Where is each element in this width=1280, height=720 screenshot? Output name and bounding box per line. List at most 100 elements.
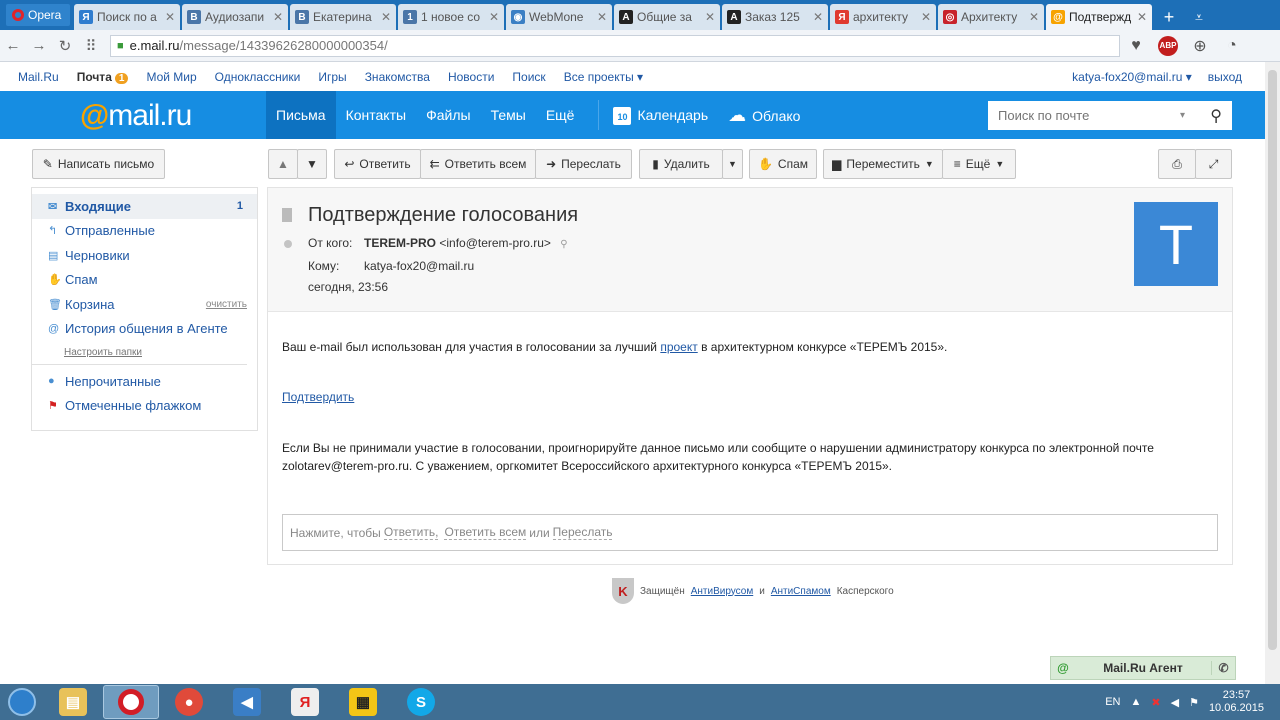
sender-name[interactable]: TEREM-PRO bbox=[364, 236, 436, 250]
portal-link[interactable]: Почта 1 bbox=[77, 70, 129, 84]
browser-tab[interactable]: ◉ WebMone ✕ bbox=[506, 4, 612, 30]
quick-reply-all-link[interactable]: Ответить всем bbox=[444, 525, 527, 540]
profile-icon[interactable]: ◔ bbox=[1216, 37, 1248, 55]
delete-button[interactable]: ▮ Удалить bbox=[639, 149, 723, 179]
bookmark-heart-icon[interactable]: ♥ bbox=[1120, 37, 1152, 55]
close-tab-icon[interactable]: ✕ bbox=[273, 10, 283, 24]
portal-link[interactable]: Mail.Ru bbox=[18, 70, 59, 84]
tray-arrow-icon[interactable]: ▲ bbox=[1130, 696, 1141, 708]
setup-folders-link[interactable]: Настроить папки bbox=[32, 341, 247, 365]
reply-button[interactable]: ↩ Ответить bbox=[334, 149, 421, 179]
close-tab-icon[interactable]: ✕ bbox=[381, 10, 391, 24]
close-tab-icon[interactable]: ✕ bbox=[165, 10, 175, 24]
read-status-icon[interactable] bbox=[284, 240, 292, 248]
browser-tab[interactable]: 1 1 новое со ✕ bbox=[398, 4, 504, 30]
flag-tray-icon[interactable]: ⚑ bbox=[1189, 696, 1199, 709]
close-tab-icon[interactable]: ✕ bbox=[813, 10, 823, 24]
speed-dial-icon[interactable]: ⠿ bbox=[78, 37, 104, 55]
mailru-agent-bar[interactable]: @ Mail.Ru Агент ✆ bbox=[1050, 656, 1236, 680]
sender-search-icon[interactable]: ⚲ bbox=[560, 239, 567, 250]
opera-menu-button[interactable]: Opera bbox=[6, 4, 70, 26]
adblock-icon[interactable]: ABP bbox=[1158, 35, 1178, 56]
start-button[interactable] bbox=[0, 684, 44, 720]
nav-themes[interactable]: Темы bbox=[481, 91, 536, 139]
close-tab-icon[interactable]: ✕ bbox=[1029, 10, 1039, 24]
nav-files[interactable]: Файлы bbox=[416, 91, 480, 139]
recipient-email[interactable]: katya-fox20@mail.ru bbox=[364, 259, 474, 273]
sender-email[interactable]: <info@terem-pro.ru> bbox=[439, 236, 551, 250]
scrollbar-thumb[interactable] bbox=[1268, 70, 1277, 650]
close-tab-icon[interactable]: ✕ bbox=[597, 10, 607, 24]
portal-link[interactable]: Поиск bbox=[512, 70, 545, 84]
sidebar-filter[interactable]: ⚑ Отмеченные флажком bbox=[32, 394, 257, 419]
reload-icon[interactable]: ↻ bbox=[52, 37, 78, 55]
nav-cloud[interactable]: ☁ Облако bbox=[718, 91, 810, 139]
browser-tab[interactable]: @ Подтвержд ✕ bbox=[1046, 4, 1152, 30]
forward-button[interactable]: ➜ Переслать bbox=[535, 149, 632, 179]
portal-link[interactable]: Знакомства bbox=[365, 70, 430, 84]
sidebar-folder[interactable]: ✋ Спам bbox=[32, 268, 257, 293]
quick-reply-box[interactable]: Нажмите, чтобы Ответить, Ответить всем и… bbox=[282, 514, 1218, 551]
portal-link[interactable]: Новости bbox=[448, 70, 494, 84]
close-tab-icon[interactable]: ✕ bbox=[921, 10, 931, 24]
user-account-link[interactable]: katya-fox20@mail.ru ▾ bbox=[1072, 70, 1192, 84]
browser-tab[interactable]: A Заказ 125 ✕ bbox=[722, 4, 828, 30]
sidebar-filter[interactable]: ● Непрочитанные bbox=[32, 369, 257, 394]
taskbar-skype[interactable]: S bbox=[393, 685, 449, 719]
antivirus-link[interactable]: АнтиВирусом bbox=[691, 586, 754, 597]
sidebar-folder[interactable]: @ История общения в Агенте bbox=[32, 317, 257, 342]
phone-icon[interactable]: ✆ bbox=[1211, 661, 1235, 675]
search-dropdown-icon[interactable]: ▾ bbox=[1180, 110, 1185, 121]
back-arrow-icon[interactable]: ← bbox=[0, 37, 26, 54]
page-scrollbar[interactable] bbox=[1265, 62, 1280, 684]
browser-tab[interactable]: ◎ Архитекту ✕ bbox=[938, 4, 1044, 30]
quick-reply-link[interactable]: Ответить, bbox=[383, 525, 439, 540]
sidebar-folder[interactable]: ↰ Отправленные bbox=[32, 219, 257, 244]
close-tab-icon[interactable]: ✕ bbox=[489, 10, 499, 24]
flag-icon[interactable] bbox=[282, 208, 292, 222]
more-button[interactable]: ≡ Ещё ▼ bbox=[942, 149, 1016, 179]
volume-icon[interactable]: ◀ bbox=[1171, 696, 1179, 709]
antispam-link[interactable]: АнтиСпамом bbox=[771, 586, 831, 597]
search-icon[interactable]: ⚲ bbox=[1210, 106, 1222, 126]
sidebar-folder[interactable]: ▤ Черновики bbox=[32, 243, 257, 268]
tab-menu-icon[interactable]: ⩡ bbox=[1184, 4, 1214, 30]
browser-tab[interactable]: Яархитекту ✕ bbox=[830, 4, 936, 30]
nav-calendar[interactable]: 10 Календарь bbox=[613, 91, 718, 139]
move-button[interactable]: ▆ Переместить ▼ bbox=[823, 149, 943, 179]
forward-arrow-icon[interactable]: → bbox=[26, 37, 52, 54]
mail-search-input[interactable] bbox=[998, 108, 1178, 123]
confirm-link[interactable]: Подтвердить bbox=[282, 390, 354, 404]
nav-contacts[interactable]: Контакты bbox=[336, 91, 416, 139]
browser-tab[interactable]: B Екатерина ✕ bbox=[290, 4, 396, 30]
nav-letters[interactable]: Письма bbox=[266, 91, 336, 139]
portal-link[interactable]: Игры bbox=[318, 70, 346, 84]
portal-link[interactable]: Все проекты ▾ bbox=[564, 70, 643, 84]
empty-trash-link[interactable]: очистить bbox=[206, 299, 247, 310]
new-tab-button[interactable]: + bbox=[1154, 4, 1184, 30]
sidebar-folder[interactable]: ✉ Входящие 1 bbox=[32, 194, 257, 219]
browser-tab[interactable]: Я Поиск по а ✕ bbox=[74, 4, 180, 30]
language-indicator[interactable]: EN bbox=[1105, 696, 1120, 708]
nav-more[interactable]: Ещё bbox=[536, 91, 585, 139]
browser-tab[interactable]: B Аудиозапи ✕ bbox=[182, 4, 288, 30]
taskbar-explorer[interactable]: ▤ bbox=[45, 685, 101, 719]
download-icon[interactable]: ⊕ bbox=[1184, 36, 1216, 56]
print-button[interactable]: ⎙ bbox=[1158, 149, 1196, 179]
taskbar-taxi[interactable]: ▦ bbox=[335, 685, 391, 719]
prev-message-button[interactable]: ▲ bbox=[268, 149, 298, 179]
fullscreen-button[interactable]: ⤢ bbox=[1195, 149, 1232, 179]
mailru-logo[interactable]: @mail.ru bbox=[80, 99, 192, 133]
delete-options-button[interactable]: ▼ bbox=[722, 149, 743, 179]
close-tab-icon[interactable]: ✕ bbox=[705, 10, 715, 24]
taskbar-opera[interactable] bbox=[103, 685, 159, 719]
sidebar-folder[interactable]: 🗑 Корзина очистить bbox=[32, 292, 257, 317]
quick-forward-link[interactable]: Переслать bbox=[552, 525, 613, 540]
portal-link[interactable]: Мой Мир bbox=[146, 70, 196, 84]
taskbar-chrome[interactable]: ● bbox=[161, 685, 217, 719]
next-message-button[interactable]: ▼ bbox=[297, 149, 327, 179]
portal-link[interactable]: Одноклассники bbox=[215, 70, 301, 84]
close-tab-icon[interactable]: ✕ bbox=[1137, 10, 1147, 24]
spam-button[interactable]: ✋ Спам bbox=[749, 149, 817, 179]
compose-button[interactable]: ✎ Написать письмо bbox=[32, 149, 165, 179]
